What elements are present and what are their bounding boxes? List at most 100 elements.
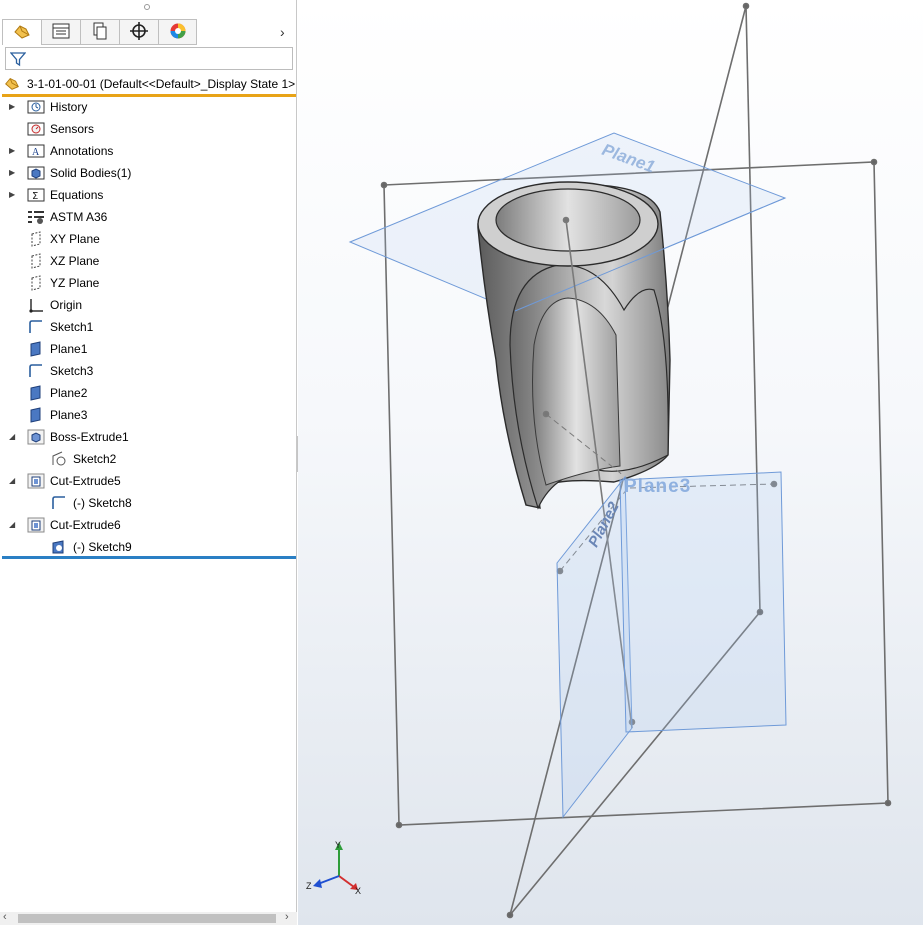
tree-root-part[interactable]: 3-1-01-00-01 (Default<<Default>_Display … [3, 74, 297, 94]
tree-item-annotations[interactable]: A Annotations [27, 140, 113, 162]
tree-item-sketch3[interactable]: Sketch3 [27, 360, 93, 382]
tree-item-label: Annotations [50, 144, 114, 158]
feature-manager-panel: › 3-1-01-00-01 (Default<<Default>_Displa… [0, 0, 297, 925]
tab-dimxpert-manager[interactable] [119, 19, 158, 45]
svg-text:Σ: Σ [32, 191, 38, 202]
tree-item-label: Boss-Extrude1 [50, 430, 129, 444]
boss-icon [27, 428, 45, 446]
tree-item-boss-extrude1[interactable]: Boss-Extrude1 [27, 426, 129, 448]
tree-item-label: Sketch3 [50, 364, 94, 378]
plane3[interactable] [619, 471, 787, 733]
manager-tabs [2, 19, 197, 45]
panel-grip-handle[interactable] [144, 4, 150, 10]
expand-arrow-icon[interactable]: ▶ [9, 147, 17, 155]
refplane-icon [27, 340, 45, 358]
tree-item-label: (-) Sketch9 [73, 540, 132, 554]
refplane-icon [27, 406, 45, 424]
tree-item-sketch8[interactable]: (-) Sketch8 [50, 492, 132, 514]
tree-item-label: (-) Sketch8 [73, 496, 132, 510]
tab-property-manager[interactable] [41, 19, 80, 45]
tree-item-plane2[interactable]: Plane2 [27, 382, 87, 404]
annotations-icon: A [27, 142, 45, 160]
plane-icon [27, 230, 45, 248]
tree-item-label: Sketch1 [50, 320, 94, 334]
property-manager-icon [52, 23, 70, 42]
sensors-icon [27, 120, 45, 138]
tree-item-history[interactable]: History [27, 96, 87, 118]
tree-item-label: Plane2 [50, 386, 88, 400]
sketch-icon [50, 494, 68, 512]
tree-item-label: XY Plane [50, 232, 100, 246]
tree-item-label: Equations [50, 188, 104, 202]
part-body[interactable] [477, 181, 671, 510]
model-view [313, 2, 892, 919]
plane-icon [27, 274, 45, 292]
svg-text:A: A [32, 147, 40, 158]
horizontal-scrollbar[interactable]: ‹ › [0, 911, 297, 925]
tree-item-material[interactable]: ASTM A36 [27, 206, 107, 228]
tree-filter-field[interactable] [5, 47, 293, 70]
tree-item-xz-plane[interactable]: XZ Plane [27, 250, 99, 272]
filter-funnel-icon[interactable] [9, 51, 27, 70]
tree-item-label: History [50, 100, 88, 114]
tree-item-label: Solid Bodies(1) [50, 166, 132, 180]
origin-icon [27, 296, 45, 314]
tree-item-origin[interactable]: Origin [27, 294, 82, 316]
tree-item-label: Cut-Extrude6 [50, 518, 121, 532]
expand-arrow-icon[interactable]: ▶ [9, 191, 17, 199]
tree-item-sketch9[interactable]: (-) Sketch9 [50, 536, 132, 558]
graphics-viewport[interactable]: Plane1 Plane2 Plane3 Y X Z [298, 0, 923, 925]
tree-item-label: Cut-Extrude5 [50, 474, 121, 488]
configuration-manager-icon [91, 22, 109, 43]
appearance-pie-icon [169, 22, 187, 43]
tree-item-sketch1[interactable]: Sketch1 [27, 316, 93, 338]
scroll-left-icon[interactable]: ‹ [3, 911, 7, 923]
tree-item-plane1[interactable]: Plane1 [27, 338, 87, 360]
equations-icon: Σ [27, 186, 45, 204]
tree-item-yz-plane[interactable]: YZ Plane [27, 272, 99, 294]
tree-item-sensors[interactable]: Sensors [27, 118, 94, 140]
scroll-right-icon[interactable]: › [285, 911, 289, 923]
rollback-bar[interactable] [2, 556, 296, 559]
tree-item-solid-bodies[interactable]: Solid Bodies(1) [27, 162, 131, 184]
sketchcircle-icon [50, 450, 68, 468]
sketch-icon [27, 362, 45, 380]
refplane-icon [27, 384, 45, 402]
crosshair-icon [130, 21, 148, 43]
tree-item-label: ASTM A36 [50, 210, 108, 224]
tree-item-label: XZ Plane [50, 254, 100, 268]
sketch-icon [27, 318, 45, 336]
history-icon [27, 98, 45, 116]
tree-item-equations[interactable]: Σ Equations [27, 184, 103, 206]
material-icon [27, 208, 45, 226]
triad-x-label: X [355, 886, 362, 896]
cut-icon [27, 472, 45, 490]
tree-item-label: Plane3 [50, 408, 88, 422]
tab-configuration-manager[interactable] [80, 19, 119, 45]
tree-item-label: Plane1 [50, 342, 88, 356]
tabs-scroll-right-icon[interactable]: › [280, 24, 285, 40]
triad-y-label: Y [335, 840, 342, 850]
feature-manager-icon [12, 22, 32, 43]
tree-item-sketch2[interactable]: Sketch2 [50, 448, 116, 470]
tree-root-label: 3-1-01-00-01 (Default<<Default>_Display … [27, 77, 296, 91]
tree-item-label: Sketch2 [73, 452, 117, 466]
tree-item-xy-plane[interactable]: XY Plane [27, 228, 100, 250]
expand-arrow-icon[interactable]: ▶ [9, 103, 17, 111]
tree-item-label: Sensors [50, 122, 95, 136]
collapse-arrow-icon[interactable]: ◢ [9, 477, 17, 485]
tab-display-manager[interactable] [158, 19, 197, 45]
scrollbar-thumb[interactable] [18, 914, 276, 923]
cut-icon [27, 516, 45, 534]
tree-item-cut-extrude5[interactable]: Cut-Extrude5 [27, 470, 121, 492]
tree-item-plane3[interactable]: Plane3 [27, 404, 87, 426]
collapse-arrow-icon[interactable]: ◢ [9, 521, 17, 529]
tab-feature-manager[interactable] [2, 19, 41, 45]
tree-item-label: YZ Plane [50, 276, 100, 290]
sketchfilled-icon [50, 538, 68, 556]
expand-arrow-icon[interactable]: ▶ [9, 169, 17, 177]
plane-icon [27, 252, 45, 270]
tree-item-label: Origin [50, 298, 83, 312]
tree-item-cut-extrude6[interactable]: Cut-Extrude6 [27, 514, 121, 536]
collapse-arrow-icon[interactable]: ◢ [9, 433, 17, 441]
